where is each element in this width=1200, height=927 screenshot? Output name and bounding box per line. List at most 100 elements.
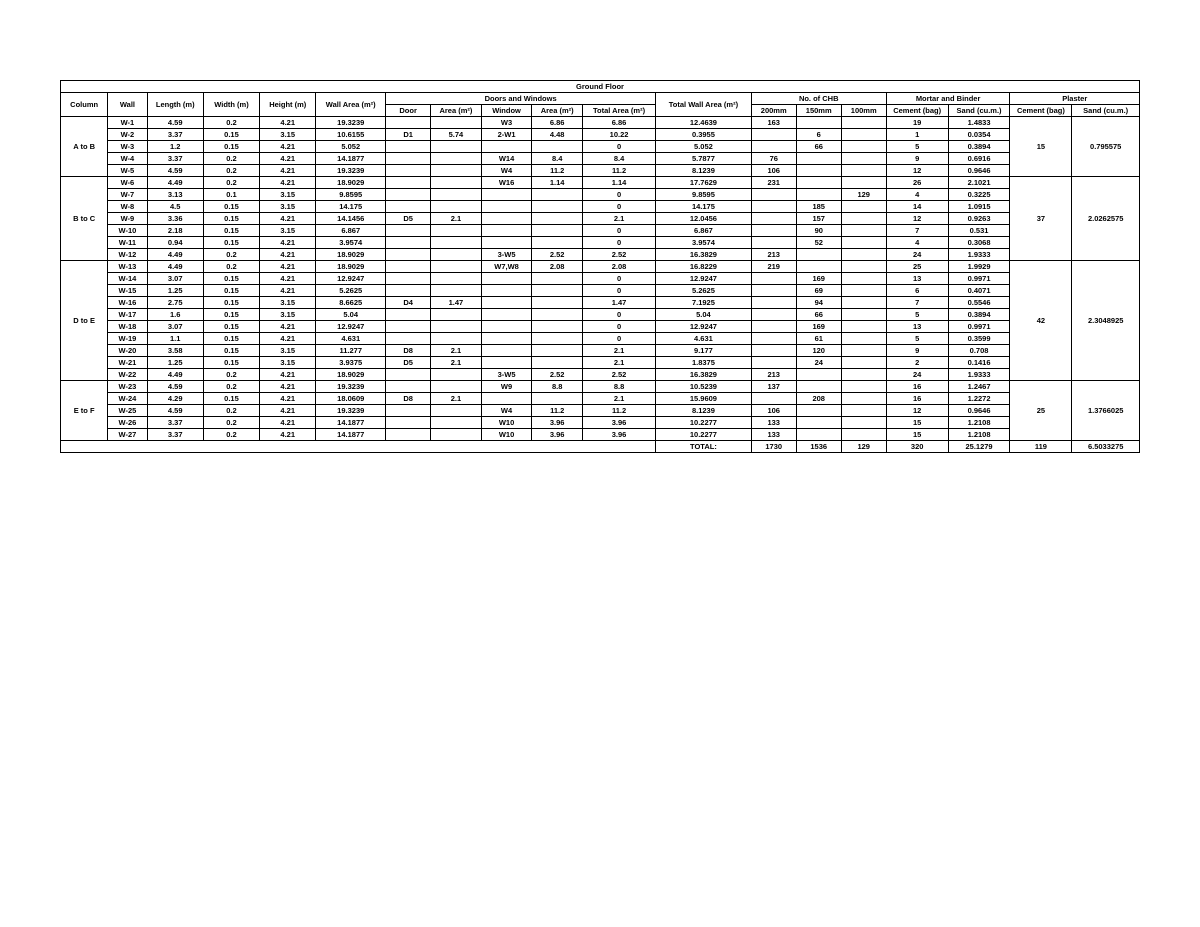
cell-mm200: 133 (751, 429, 796, 441)
cell-width: 0.2 (203, 153, 259, 165)
table-row: W-84.50.153.1514.175014.175185141.0915 (61, 201, 1140, 213)
cell-wallArea: 14.1456 (316, 213, 386, 225)
cell-mm150: 61 (796, 333, 841, 345)
cell-sand: 1.2467 (948, 381, 1010, 393)
group-column: E to F (61, 381, 108, 441)
cell-cement: 4 (886, 237, 948, 249)
cell-door (386, 237, 431, 249)
cell-door (386, 165, 431, 177)
cell-door: D5 (386, 357, 431, 369)
cell-width: 0.15 (203, 225, 259, 237)
cell-length: 4.49 (147, 369, 203, 381)
cell-wallArea: 19.3239 (316, 381, 386, 393)
cell-wallArea: 14.1877 (316, 153, 386, 165)
cell-wallArea: 18.9029 (316, 249, 386, 261)
cell-mm150: 66 (796, 141, 841, 153)
cell-width: 0.2 (203, 249, 259, 261)
cell-sand: 0.3068 (948, 237, 1010, 249)
cell-wallArea: 5.2625 (316, 285, 386, 297)
table-row: B to CW-64.490.24.2118.9029W161.141.1417… (61, 177, 1140, 189)
cell-height: 4.21 (260, 285, 316, 297)
cell-door (386, 273, 431, 285)
cell-door (386, 417, 431, 429)
cell-totalWallArea: 6.867 (656, 225, 752, 237)
cell-mm200 (751, 357, 796, 369)
cell-totalWallArea: 15.9609 (656, 393, 752, 405)
cell-wall: W-25 (108, 405, 147, 417)
cell-width: 0.15 (203, 297, 259, 309)
cell-totalWallArea: 12.9247 (656, 273, 752, 285)
table-row: W-110.940.154.213.957403.95745240.3068 (61, 237, 1140, 249)
table-row: W-224.490.24.2118.90293-W52.522.5216.382… (61, 369, 1140, 381)
cell-totalWallArea: 17.7629 (656, 177, 752, 189)
cell-totalWallArea: 4.631 (656, 333, 752, 345)
cell-mm200 (751, 333, 796, 345)
totals-mm150: 1536 (796, 441, 841, 453)
table-row: W-143.070.154.2112.9247012.9247169130.99… (61, 273, 1140, 285)
cell-height: 4.21 (260, 429, 316, 441)
cell-wallArea: 18.9029 (316, 369, 386, 381)
cell-mm150 (796, 417, 841, 429)
cell-totalArea: 10.22 (582, 129, 655, 141)
cell-height: 4.21 (260, 393, 316, 405)
cell-doorArea (431, 117, 482, 129)
cell-mm200 (751, 393, 796, 405)
cell-wall: W-3 (108, 141, 147, 153)
cell-mm200 (751, 201, 796, 213)
cell-doorArea: 2.1 (431, 345, 482, 357)
cell-mm200: 106 (751, 405, 796, 417)
cell-doorArea (431, 273, 482, 285)
cell-height: 4.21 (260, 261, 316, 273)
cell-doorArea (431, 417, 482, 429)
table-row: E to FW-234.590.24.2119.3239W98.88.810.5… (61, 381, 1140, 393)
cell-wall: W-27 (108, 429, 147, 441)
cell-totalArea: 1.47 (582, 297, 655, 309)
col-column: Column (61, 93, 108, 117)
cell-doorArea (431, 405, 482, 417)
cell-length: 4.49 (147, 177, 203, 189)
group-column: B to C (61, 177, 108, 261)
table-row: W-191.10.154.214.63104.6316150.3599 (61, 333, 1140, 345)
cell-mm200 (751, 309, 796, 321)
cell-length: 3.37 (147, 129, 203, 141)
cell-height: 3.15 (260, 297, 316, 309)
cell-mm100 (841, 141, 886, 153)
cell-winArea (532, 333, 583, 345)
table-row: W-273.370.24.2114.1877W103.963.9610.2277… (61, 429, 1140, 441)
cell-cement: 4 (886, 189, 948, 201)
cell-mm100 (841, 201, 886, 213)
table-row: W-263.370.24.2114.1877W103.963.9610.2277… (61, 417, 1140, 429)
cell-mm100 (841, 405, 886, 417)
cell-mm100 (841, 153, 886, 165)
cell-door: D8 (386, 393, 431, 405)
cell-width: 0.15 (203, 273, 259, 285)
cell-mm150: 90 (796, 225, 841, 237)
col-sand1: Sand (cu.m.) (948, 105, 1010, 117)
cell-cement: 1 (886, 129, 948, 141)
cell-sand: 0.3225 (948, 189, 1010, 201)
cell-winArea: 2.08 (532, 261, 583, 273)
cell-doorArea: 2.1 (431, 357, 482, 369)
plaster-sand: 0.795575 (1072, 117, 1140, 177)
cell-window (481, 309, 532, 321)
cell-mm150 (796, 189, 841, 201)
table-row: W-203.580.153.1511.277D82.12.19.17712090… (61, 345, 1140, 357)
cell-doorArea (431, 381, 482, 393)
totals-cement: 320 (886, 441, 948, 453)
cell-doorArea (431, 237, 482, 249)
cell-sand: 0.4071 (948, 285, 1010, 297)
cell-winArea: 4.48 (532, 129, 583, 141)
cell-window (481, 285, 532, 297)
cell-totalArea: 2.52 (582, 249, 655, 261)
cell-length: 1.6 (147, 309, 203, 321)
cell-totalArea: 0 (582, 321, 655, 333)
cell-cement: 5 (886, 309, 948, 321)
cell-mm150: 69 (796, 285, 841, 297)
cell-mm200 (751, 345, 796, 357)
cell-wall: W-13 (108, 261, 147, 273)
cell-cement: 5 (886, 333, 948, 345)
cell-winArea (532, 309, 583, 321)
cell-window (481, 237, 532, 249)
cell-wall: W-4 (108, 153, 147, 165)
cell-width: 0.15 (203, 129, 259, 141)
